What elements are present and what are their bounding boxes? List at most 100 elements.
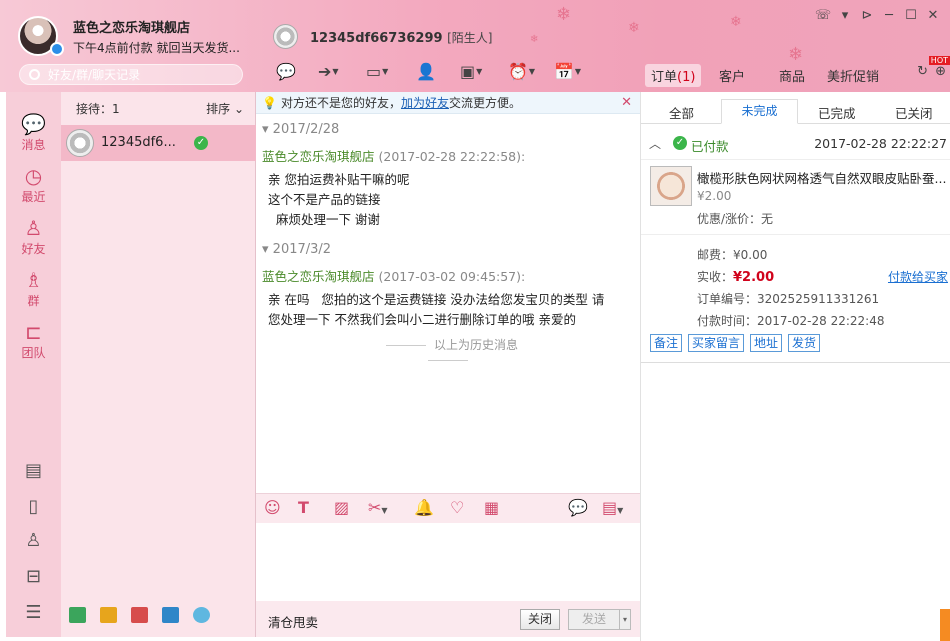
contact-title: 12345df66736299 [陌生人]: [310, 29, 492, 46]
maximize-button[interactable]: ☐: [900, 8, 922, 23]
nav-recent[interactable]: ◷ 最近: [6, 164, 61, 205]
tab-completed[interactable]: 已完成: [818, 103, 856, 122]
contact-list: 接待：1 排序 ⌄ 12345df6... ✓: [61, 92, 256, 637]
add-tab-icon[interactable]: ⊕: [935, 64, 946, 79]
pin-icon[interactable]: ⊳: [856, 8, 878, 23]
address-button[interactable]: 地址: [750, 334, 783, 352]
quick-reply-text[interactable]: 清仓甩卖: [268, 612, 318, 631]
send-button[interactable]: 发送: [568, 609, 620, 630]
date-divider[interactable]: ▾ 2017/2/28: [262, 122, 339, 137]
team-icon: ⊏: [25, 320, 42, 344]
message-input[interactable]: [256, 523, 640, 601]
add-contact-icon[interactable]: 👤: [416, 60, 436, 84]
close-icon[interactable]: ✕: [621, 92, 632, 114]
tab-customers[interactable]: 客户: [713, 64, 751, 87]
image-icon[interactable]: ▨: [334, 498, 349, 517]
app-shortcut-icon[interactable]: [162, 607, 179, 623]
nav-messages-label: 消息: [21, 138, 46, 152]
tab-products[interactable]: 商品: [773, 64, 811, 87]
contact-avatar[interactable]: [273, 24, 298, 49]
message-sender: 蓝色之恋乐淘琪舰店 (2017-03-02 09:45:57):: [262, 266, 525, 285]
order-status: 已付款: [691, 139, 729, 154]
product-thumbnail[interactable]: [650, 166, 692, 206]
nav-friends-label: 好友: [21, 242, 46, 256]
sort-dropdown[interactable]: 排序 ⌄: [206, 92, 244, 126]
buyer-message-button[interactable]: 买家留言: [688, 334, 745, 352]
shop-status-message[interactable]: 下午4点前付款 就回当天发货...: [73, 39, 240, 56]
history-divider: 以上为历史消息: [353, 336, 543, 367]
nav-friends[interactable]: ♙ 好友: [6, 216, 61, 257]
close-button[interactable]: 关闭: [520, 609, 560, 630]
schedule-icon[interactable]: 📅▼: [554, 60, 581, 84]
check-icon: ✓: [673, 136, 687, 150]
chat-panel: 💡 对方还不是您的好友，加为好友交流更方便。 ✕ ▾ 2017/2/28 蓝色之恋…: [256, 92, 640, 637]
shop-icon[interactable]: [131, 607, 148, 623]
user-settings-icon[interactable]: ♙: [6, 530, 61, 551]
contact-list-item[interactable]: 12345df6... ✓: [61, 125, 256, 161]
mobile-icon[interactable]: ▯: [6, 496, 61, 517]
quick-phrase-icon[interactable]: 💬: [568, 498, 588, 517]
history-record-icon[interactable]: ▤▼: [602, 498, 623, 517]
phone-icon[interactable]: ☏: [812, 8, 834, 23]
discount-value: 无: [761, 212, 774, 226]
message-line: 这个不是产品的链接: [268, 192, 381, 207]
emoji-icon[interactable]: ☺: [264, 498, 281, 517]
pay-time-label: 付款时间：: [697, 314, 758, 328]
message-body: 亲 您拍运费补贴干嘛的呢 这个不是产品的链接 麻烦处理一下 谢谢: [268, 170, 628, 230]
app-shortcut-icon[interactable]: [69, 607, 86, 623]
scissors-icon[interactable]: ✂▼: [368, 498, 388, 517]
contact-list-header: 接待：1 排序 ⌄: [61, 92, 256, 124]
tab-orders-label: 订单: [651, 70, 678, 85]
chat-bubble-tool-icon[interactable]: 💬: [276, 60, 296, 84]
nav-messages[interactable]: 💬 消息: [6, 112, 61, 153]
chat-footer: 清仓甩卖 关闭 发送 ▾: [256, 601, 640, 637]
share-screen-icon[interactable]: ▣▼: [460, 60, 482, 84]
menu-icon[interactable]: ☰: [6, 602, 61, 623]
order-number-row: 订单编号：3202525911331261: [697, 290, 879, 307]
refresh-icon[interactable]: ↻: [917, 64, 928, 79]
inbox-icon[interactable]: ⊟: [6, 566, 61, 587]
contact-row-avatar: [66, 129, 94, 157]
transfer-tool-icon[interactable]: ➔▼: [318, 60, 339, 84]
date-divider[interactable]: ▾ 2017/3/2: [262, 242, 331, 257]
tab-incomplete[interactable]: 未完成: [721, 99, 798, 124]
tab-promotion[interactable]: 美折促销: [821, 64, 885, 87]
send-options-icon[interactable]: ▾: [619, 609, 631, 630]
app-shortcuts: [69, 607, 239, 629]
note-button[interactable]: 备注: [650, 334, 683, 352]
message-line: 您处理一下 不然我们会叫小二进行删除订单的哦 亲爱的: [268, 312, 576, 327]
calculator-icon[interactable]: ▦: [484, 498, 499, 517]
pay-buyer-link[interactable]: 付款给买家: [888, 268, 948, 285]
font-icon[interactable]: T: [298, 498, 309, 517]
app-shortcut-icon[interactable]: [100, 607, 117, 623]
alarm-icon[interactable]: ⏰▼: [508, 60, 535, 84]
close-window-button[interactable]: ✕: [922, 8, 944, 23]
actual-value: ¥2.00: [733, 270, 775, 285]
search-box[interactable]: [19, 64, 243, 85]
order-header: ︿ ✓ 已付款 2017-02-28 22:22:27: [641, 126, 950, 160]
product-title[interactable]: 橄榄形肤色网状网格透气自然双眼皮贴卧蚕...: [697, 168, 950, 187]
window-icon[interactable]: ▤: [6, 460, 61, 481]
heart-icon[interactable]: ♡: [450, 498, 464, 517]
tab-orders[interactable]: 订单(1): [645, 64, 702, 87]
minimize-button[interactable]: ─: [878, 8, 900, 23]
video-call-icon[interactable]: ▭▼: [366, 60, 388, 84]
search-input[interactable]: [48, 67, 238, 83]
sort-label: 排序: [206, 102, 231, 116]
actual-label: 实收：: [697, 270, 734, 284]
nav-team[interactable]: ⊏ 团队: [6, 320, 61, 361]
app-shortcut-icon[interactable]: [193, 607, 210, 623]
app-window: ❄ ❄ ❄ ❄ ❄ 蓝色之恋乐淘琪舰店 下午4点前付款 就回当天发货... 12…: [0, 0, 950, 641]
dropdown-icon[interactable]: ▾: [834, 8, 856, 23]
add-friend-link[interactable]: 加为好友: [401, 96, 449, 110]
sender-name[interactable]: 蓝色之恋乐淘琪舰店: [262, 149, 375, 164]
nav-groups[interactable]: ♗ 群: [6, 268, 61, 309]
friend-notice: 💡 对方还不是您的好友，加为好友交流更方便。 ✕: [256, 92, 640, 114]
chevron-up-icon[interactable]: ︿: [649, 135, 661, 152]
tab-closed[interactable]: 已关闭: [895, 103, 933, 122]
sender-name[interactable]: 蓝色之恋乐淘琪舰店: [262, 269, 375, 284]
ship-button[interactable]: 发货: [788, 334, 821, 352]
tab-all[interactable]: 全部: [669, 103, 694, 122]
order-time: 2017-02-28 22:22:27: [814, 136, 947, 151]
shake-icon[interactable]: 🔔: [414, 498, 434, 517]
